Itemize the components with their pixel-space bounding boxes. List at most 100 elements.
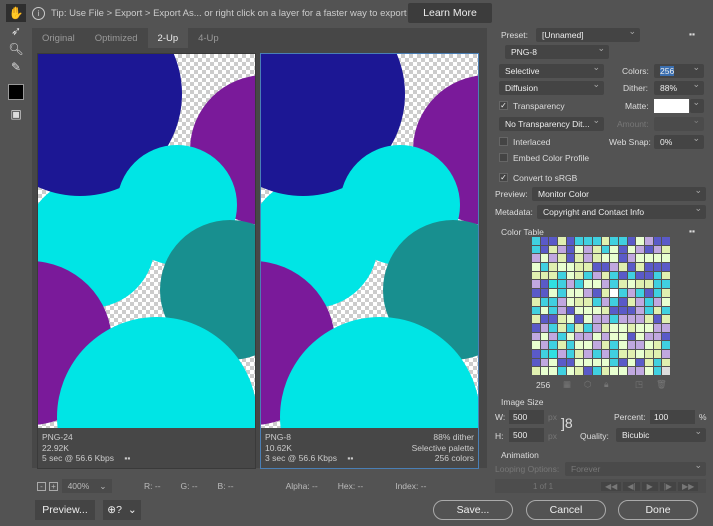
color-swatch-cell[interactable] xyxy=(601,245,610,254)
color-swatch-cell[interactable] xyxy=(662,280,670,289)
color-swatch-cell[interactable] xyxy=(532,271,540,280)
color-swatch-cell[interactable] xyxy=(662,349,670,358)
color-swatch-cell[interactable] xyxy=(627,297,636,306)
color-swatch-cell[interactable] xyxy=(558,254,566,263)
color-swatch-cell[interactable] xyxy=(644,237,653,245)
color-swatch-cell[interactable] xyxy=(540,245,549,254)
color-swatch-cell[interactable] xyxy=(549,271,558,280)
color-swatch-cell[interactable] xyxy=(540,289,549,297)
color-swatch-cell[interactable] xyxy=(540,358,549,367)
color-swatch-cell[interactable] xyxy=(540,367,549,375)
color-swatch-cell[interactable] xyxy=(592,358,601,367)
slice-visibility-icon[interactable]: ▣ xyxy=(6,105,26,123)
color-swatch-cell[interactable] xyxy=(575,289,584,297)
color-swatch-cell[interactable] xyxy=(558,349,566,358)
color-swatch-cell[interactable] xyxy=(575,358,584,367)
color-swatch-cell[interactable] xyxy=(558,358,566,367)
color-swatch-cell[interactable] xyxy=(653,289,662,297)
color-swatch-cell[interactable] xyxy=(653,341,662,349)
color-swatch-cell[interactable] xyxy=(618,367,627,375)
color-swatch-cell[interactable] xyxy=(584,237,592,245)
color-swatch-cell[interactable] xyxy=(558,297,566,306)
color-swatch-cell[interactable] xyxy=(636,341,644,349)
color-swatch-cell[interactable] xyxy=(532,306,540,315)
color-swatch-cell[interactable] xyxy=(549,289,558,297)
color-swatch-cell[interactable] xyxy=(566,280,575,289)
color-swatch-cell[interactable] xyxy=(601,263,610,271)
color-swatch-cell[interactable] xyxy=(653,237,662,245)
color-swatch-cell[interactable] xyxy=(610,323,618,332)
eyedropper-icon[interactable]: ✎ xyxy=(6,58,26,76)
color-swatch-cell[interactable] xyxy=(558,332,566,341)
color-table[interactable] xyxy=(532,237,670,375)
color-swatch-cell[interactable] xyxy=(566,332,575,341)
color-swatch-cell[interactable] xyxy=(627,332,636,341)
color-swatch-cell[interactable] xyxy=(549,323,558,332)
color-swatch-cell[interactable] xyxy=(584,332,592,341)
optimized-image[interactable] xyxy=(261,54,478,428)
width-input[interactable]: 500 xyxy=(509,410,544,424)
color-swatch-cell[interactable] xyxy=(610,349,618,358)
color-swatch-cell[interactable] xyxy=(601,341,610,349)
tab-4up[interactable]: 4-Up xyxy=(188,28,229,48)
trash-icon[interactable]: 🗑︎ xyxy=(656,379,667,390)
color-swatch-cell[interactable] xyxy=(644,280,653,289)
color-swatch-cell[interactable] xyxy=(653,306,662,315)
color-swatch-cell[interactable] xyxy=(566,254,575,263)
color-swatch-cell[interactable] xyxy=(610,289,618,297)
color-swatch-cell[interactable] xyxy=(644,367,653,375)
color-swatch-cell[interactable] xyxy=(610,315,618,323)
color-swatch-cell[interactable] xyxy=(532,315,540,323)
matte-dropdown[interactable] xyxy=(690,97,704,113)
color-swatch-cell[interactable] xyxy=(584,341,592,349)
color-swatch-cell[interactable] xyxy=(584,367,592,375)
new-color-icon[interactable]: ◳ xyxy=(635,379,643,390)
height-input[interactable]: 500 xyxy=(509,428,544,442)
color-swatch-cell[interactable] xyxy=(575,323,584,332)
color-swatch-cell[interactable] xyxy=(644,297,653,306)
tab-original[interactable]: Original xyxy=(32,28,85,48)
color-swatch-cell[interactable] xyxy=(566,323,575,332)
color-swatch-cell[interactable] xyxy=(662,289,670,297)
menu-icon[interactable]: ▪︎▪ xyxy=(347,453,353,463)
color-swatch-cell[interactable] xyxy=(653,332,662,341)
color-swatch-cell[interactable] xyxy=(644,341,653,349)
color-swatch-cell[interactable] xyxy=(592,263,601,271)
color-swatch-cell[interactable] xyxy=(601,367,610,375)
color-swatch-cell[interactable] xyxy=(644,245,653,254)
color-swatch-cell[interactable] xyxy=(644,289,653,297)
color-swatch-cell[interactable] xyxy=(558,237,566,245)
color-swatch-cell[interactable] xyxy=(592,254,601,263)
color-swatch-cell[interactable] xyxy=(601,297,610,306)
color-swatch-cell[interactable] xyxy=(566,315,575,323)
color-swatch-cell[interactable] xyxy=(618,271,627,280)
color-swatch-cell[interactable] xyxy=(566,245,575,254)
color-swatch-cell[interactable] xyxy=(575,332,584,341)
color-swatch-cell[interactable] xyxy=(662,367,670,375)
zoom-level-select[interactable]: 400% ⌄ xyxy=(62,479,112,493)
color-swatch-cell[interactable] xyxy=(636,263,644,271)
color-swatch-cell[interactable] xyxy=(601,332,610,341)
color-swatch-cell[interactable] xyxy=(540,280,549,289)
color-swatch-cell[interactable] xyxy=(601,289,610,297)
dither-input[interactable]: 88% xyxy=(654,79,704,95)
color-swatch-cell[interactable] xyxy=(636,315,644,323)
color-swatch-cell[interactable] xyxy=(627,237,636,245)
color-swatch-cell[interactable] xyxy=(644,358,653,367)
color-swatch-cell[interactable] xyxy=(532,280,540,289)
color-swatch-cell[interactable] xyxy=(584,323,592,332)
map-transparent-icon[interactable]: ▦ xyxy=(563,379,571,390)
color-swatch-cell[interactable] xyxy=(610,254,618,263)
color-swatch-cell[interactable] xyxy=(618,358,627,367)
color-swatch-cell[interactable] xyxy=(636,289,644,297)
color-swatch-cell[interactable] xyxy=(549,280,558,289)
optimize-menu-icon[interactable]: ▪︎▪ xyxy=(689,29,695,39)
color-swatch-cell[interactable] xyxy=(662,323,670,332)
color-swatch-cell[interactable] xyxy=(662,341,670,349)
color-swatch-cell[interactable] xyxy=(601,306,610,315)
color-swatch-cell[interactable] xyxy=(549,349,558,358)
color-swatch-cell[interactable] xyxy=(618,289,627,297)
color-swatch-cell[interactable] xyxy=(532,263,540,271)
color-swatch-cell[interactable] xyxy=(653,254,662,263)
learn-more-button[interactable]: Learn More xyxy=(408,3,492,23)
